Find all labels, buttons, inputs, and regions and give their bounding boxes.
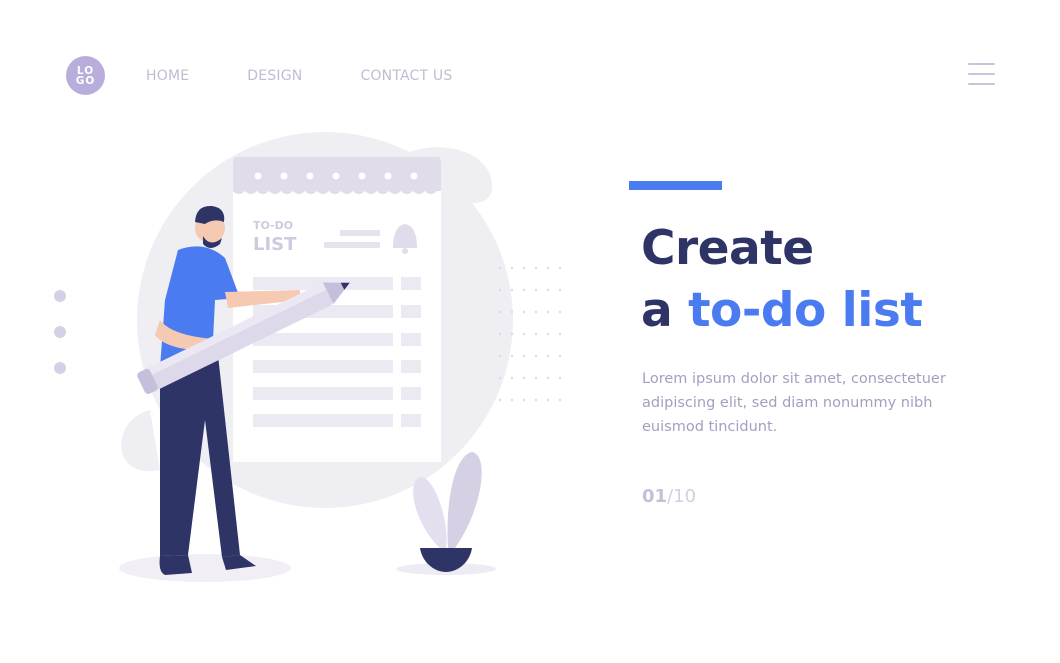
slide-dot[interactable] (54, 362, 66, 374)
nav-home[interactable]: HOME (146, 68, 189, 84)
accent-bar (629, 181, 722, 190)
hero-description: Lorem ipsum dolor sit amet, consectetuer… (642, 371, 946, 435)
slide-indicator (54, 290, 66, 374)
slide-counter: 01/10 (642, 486, 696, 507)
slide-counter-total: /10 (667, 486, 697, 507)
logo-line-2: GO (75, 74, 96, 87)
hero-title: Create a to-do list (641, 218, 923, 342)
notepad: TO-DO LIST (233, 157, 441, 462)
main-nav: HOME DESIGN CONTACT US (146, 68, 452, 84)
hero-title-line-1: Create (641, 221, 814, 276)
logo[interactable]: LO GO (66, 56, 105, 95)
hamburger-menu-icon[interactable] (968, 63, 995, 85)
todo-title-big: LIST (253, 234, 297, 255)
todo-title-small: TO-DO (253, 219, 293, 232)
slide-dot[interactable] (54, 290, 66, 302)
slide-dot[interactable] (54, 326, 66, 338)
nav-design[interactable]: DESIGN (247, 68, 302, 84)
slide-counter-current: 01 (642, 486, 668, 507)
nav-contact-us[interactable]: CONTACT US (360, 68, 452, 84)
hero-title-line-2-prefix: a (641, 283, 689, 338)
hero-title-highlight: to-do list (688, 283, 923, 338)
logo-line-1: LO (76, 64, 95, 77)
